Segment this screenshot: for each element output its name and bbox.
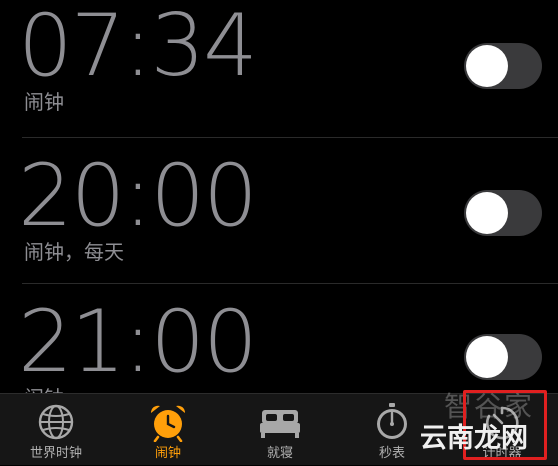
toggle-knob	[466, 336, 508, 378]
alarm-time: 21:00	[18, 292, 258, 392]
alarm-list: 07:34 闹钟 20:00 闹钟，每天 21:00 闹钟	[0, 0, 558, 393]
watermark-bottom: 云南龙网	[420, 423, 528, 454]
alarm-row[interactable]: 21:00 闹钟	[0, 284, 558, 393]
tab-bedtime[interactable]: 就寝	[224, 394, 336, 466]
toggle-knob	[466, 192, 508, 234]
globe-icon	[38, 404, 74, 440]
toggle-knob	[466, 45, 508, 87]
alarm-label: 闹钟	[24, 90, 64, 114]
tab-label: 世界时钟	[29, 446, 82, 461]
alarm-label: 闹钟	[24, 386, 64, 393]
bed-icon	[260, 410, 300, 438]
tab-label: 闹钟	[154, 446, 181, 461]
alarm-row[interactable]: 07:34 闹钟	[0, 0, 558, 138]
alarm-clock-icon	[150, 405, 186, 442]
tab-world-clock[interactable]: 世界时钟	[0, 394, 112, 466]
alarm-row[interactable]: 20:00 闹钟，每天	[0, 138, 558, 284]
tab-label: 就寝	[266, 446, 293, 461]
alarm-label: 闹钟，每天	[24, 240, 124, 264]
stopwatch-icon	[377, 403, 407, 439]
alarm-toggle[interactable]	[464, 334, 542, 380]
tab-alarm[interactable]: 闹钟	[112, 394, 224, 466]
alarm-time: 20:00	[18, 146, 258, 246]
alarm-toggle[interactable]	[464, 190, 542, 236]
alarm-time: 07:34	[18, 0, 258, 96]
alarm-toggle[interactable]	[464, 43, 542, 89]
